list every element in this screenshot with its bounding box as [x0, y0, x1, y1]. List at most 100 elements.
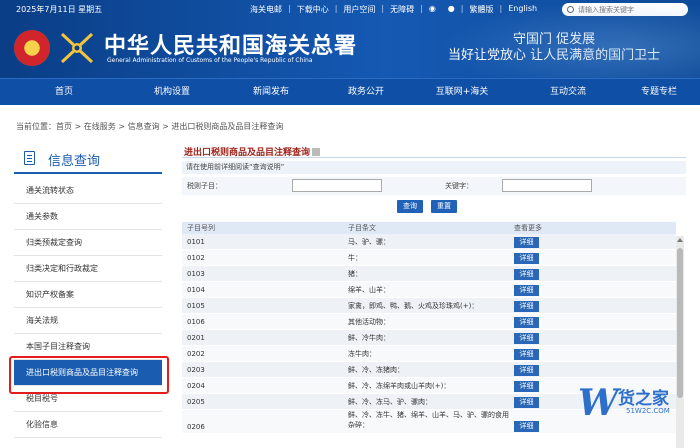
site-header: 2025年7月11日 星期五 海关电邮 | 下载中心 | 用户空间 | 无障碍 | ◉ … [0, 0, 700, 78]
national-emblem-logo [14, 30, 50, 66]
search-input[interactable] [578, 5, 678, 14]
tax-item-input[interactable] [292, 179, 382, 192]
sidebar-item-lab-info[interactable]: 化验信息 [14, 412, 162, 438]
row-actions: 详细 [510, 234, 676, 249]
row-code: 0102 [187, 254, 205, 262]
main-nav: 首页 机构设置 新闻发布 政务公开 互联网+海关 互动交流 专题专栏 [0, 78, 700, 105]
nav-organization[interactable]: 机构设置 [128, 79, 216, 105]
row-text: 绵羊、山羊： [348, 286, 390, 294]
table-header: 子目号列 子目条文 查看更多 [182, 222, 676, 234]
row-text: 鲜、冷牛肉： [348, 334, 390, 342]
top-link-english[interactable]: English [502, 4, 543, 15]
nav-home[interactable]: 首页 [0, 79, 128, 105]
detail-button[interactable]: 详细 [514, 317, 539, 328]
divider: | [499, 4, 503, 13]
row-code: 0104 [187, 286, 205, 294]
row-code: 0204 [187, 382, 205, 390]
column-header-code: 子目号列 [187, 224, 215, 232]
scroll-up-icon[interactable] [677, 238, 683, 242]
sidebar-item-pre-ruling[interactable]: 归类预裁定查询 [14, 230, 162, 256]
top-links: 海关电邮 | 下载中心 | 用户空间 | 无障碍 | ◉ ● | 繁體版 | English [244, 4, 543, 15]
sidebar-item-ip-filing[interactable]: 知识产权备案 [14, 282, 162, 308]
top-link-download[interactable]: 下载中心 [291, 4, 335, 15]
weibo-icon[interactable]: ◉ [423, 4, 442, 15]
table-row: 0201 鲜、冷牛肉： 详细 [182, 330, 676, 346]
query-button[interactable]: 查询 [397, 200, 423, 213]
row-actions: 详细 [510, 330, 676, 345]
current-date: 2025年7月11日 星期五 [16, 5, 103, 14]
row-code: 0206 [187, 423, 205, 431]
table-row: 0101 马、驴、骡： 详细 [182, 234, 676, 250]
sidebar-item-classification-decision[interactable]: 归类决定和行政裁定 [14, 256, 162, 282]
row-actions: 详细 [510, 314, 676, 329]
detail-button[interactable]: 详细 [514, 269, 539, 280]
row-text: 鲜、冷、冻绵羊肉或山羊肉(+)： [348, 382, 451, 390]
detail-button[interactable]: 详细 [514, 421, 539, 432]
detail-button[interactable]: 详细 [514, 253, 539, 264]
row-text: 牛： [348, 254, 362, 262]
reset-button[interactable]: 重置 [431, 200, 457, 213]
row-actions: 详细 [510, 282, 676, 297]
row-actions: 详细 [510, 362, 676, 377]
breadcrumb: 当前位置：首页 > 在线服务 > 信息查询 > 进出口税则商品及品目注释查询 [16, 122, 284, 131]
detail-button[interactable]: 详细 [514, 237, 539, 248]
divider: | [460, 4, 464, 13]
keyword-input[interactable] [502, 179, 592, 192]
watermark-url: 51W2C.COM [626, 407, 670, 415]
detail-button[interactable]: 详细 [514, 365, 539, 376]
site-title-english: General Administration of Customs of the… [107, 57, 313, 64]
site-search[interactable] [562, 3, 688, 16]
nav-interaction[interactable]: 互动交流 [518, 79, 618, 105]
top-link-traditional[interactable]: 繁體版 [463, 4, 499, 15]
detail-button[interactable]: 详细 [514, 349, 539, 360]
row-text: 鲜、冷、冻马、驴、骡肉： [348, 398, 432, 406]
table-row: 0104 绵羊、山羊： 详细 [182, 282, 676, 298]
print-icon[interactable] [312, 148, 321, 156]
top-link-accessibility[interactable]: 无障碍 [384, 4, 420, 15]
sidebar-title: 信息查询 [14, 142, 162, 174]
search-icon[interactable] [567, 6, 574, 13]
watermark-logo: W 货之家 51W2C.COM [578, 382, 696, 442]
watermark-letter: W [578, 382, 619, 424]
tax-item-label: 税则子目： [187, 182, 222, 190]
sidebar-item-customs-law[interactable]: 海关法规 [14, 308, 162, 334]
divider [182, 157, 686, 158]
nav-internet-customs[interactable]: 互联网+海关 [406, 79, 518, 105]
sidebar-item-clearance-params[interactable]: 通关参数 [14, 204, 162, 230]
row-text: 家禽，即鸡、鸭、鹅、火鸡及珍珠鸡(+)： [348, 302, 479, 310]
nav-news[interactable]: 新闻发布 [216, 79, 326, 105]
detail-button[interactable]: 详细 [514, 333, 539, 344]
row-actions: 详细 [510, 298, 676, 313]
row-code: 0202 [187, 350, 205, 358]
row-actions: 详细 [510, 266, 676, 281]
row-code: 0101 [187, 238, 205, 246]
top-link-email[interactable]: 海关电邮 [244, 4, 288, 15]
customs-emblem-logo [60, 32, 94, 64]
usage-hint: 请在使用前详细阅读“查询说明” [182, 161, 686, 174]
row-code: 0103 [187, 270, 205, 278]
slogan-line-1: 守国门 促发展 [513, 32, 596, 47]
detail-button[interactable]: 详细 [514, 301, 539, 312]
detail-button[interactable]: 详细 [514, 381, 539, 392]
top-link-user-space[interactable]: 用户空间 [337, 4, 381, 15]
nav-special-topics[interactable]: 专题专栏 [618, 79, 700, 105]
divider: | [381, 4, 385, 13]
table-row: 0103 猪： 详细 [182, 266, 676, 282]
row-actions: 详细 [510, 250, 676, 265]
detail-button[interactable]: 详细 [514, 285, 539, 296]
detail-button[interactable]: 详细 [514, 397, 539, 408]
table-row: 0106 其他活动物： 详细 [182, 314, 676, 330]
sidebar-item-clearance-status[interactable]: 通关流转状态 [14, 178, 162, 204]
nav-gov-affairs[interactable]: 政务公开 [326, 79, 406, 105]
keyword-label: 关键字： [445, 182, 473, 190]
column-header-text: 子目条文 [348, 224, 376, 232]
column-header-more: 查看更多 [514, 224, 542, 232]
scrollbar-thumb[interactable] [677, 248, 683, 398]
row-actions: 详细 [510, 346, 676, 361]
wechat-icon[interactable]: ● [442, 4, 461, 15]
watermark-name: 货之家 [618, 389, 669, 409]
query-form: 税则子目： 关键字： [182, 177, 686, 195]
divider: | [420, 4, 423, 13]
table-row: 0105 家禽，即鸡、鸭、鹅、火鸡及珍珠鸡(+)： 详细 [182, 298, 676, 314]
table-row: 0202 冻牛肉： 详细 [182, 346, 676, 362]
